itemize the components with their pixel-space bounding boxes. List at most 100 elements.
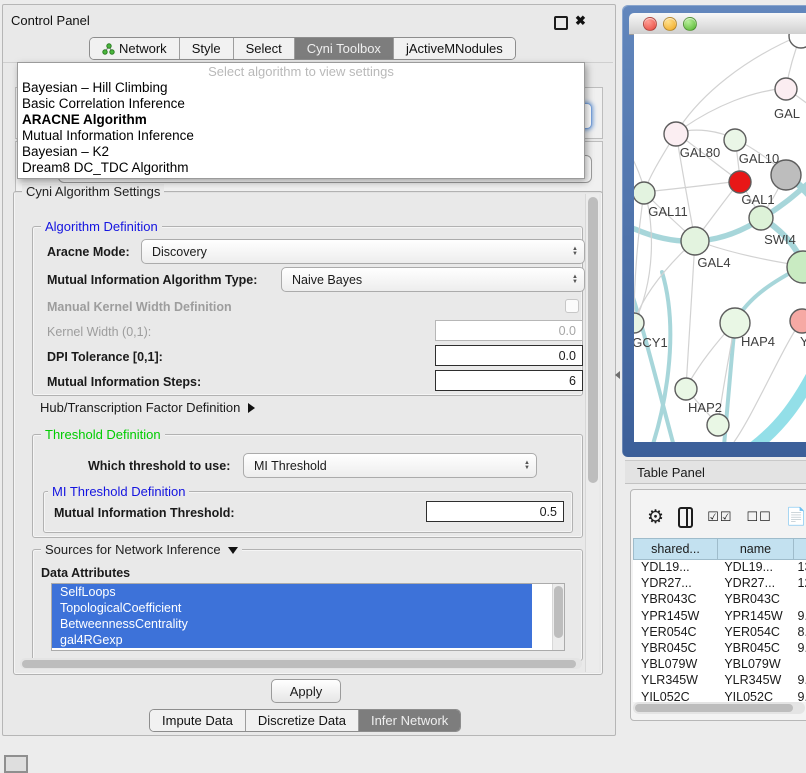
node-gal10[interactable]: [724, 129, 746, 151]
node-gal80[interactable]: [664, 122, 688, 146]
dropdown-item[interactable]: Basic Correlation Inference: [18, 96, 584, 112]
mi-steps-label: Mutual Information Steps:: [47, 375, 201, 389]
data-attributes-list: SelfLoops TopologicalCoefficient Between…: [51, 583, 565, 651]
table-row[interactable]: YPR145W YPR145W 9.: [633, 609, 806, 625]
mi-algorithm-type-combo[interactable]: Naive Bayes ▲▼: [281, 267, 585, 292]
table-toolbar: ⚙ ☑☑ ☐☐ 📄: [631, 500, 806, 534]
node-unlabeled[interactable]: [789, 34, 806, 48]
node-right-edge[interactable]: [787, 251, 806, 283]
mi-threshold-field[interactable]: 0.5: [426, 501, 564, 522]
close-traffic-light-icon[interactable]: [643, 17, 657, 31]
float-window-icon[interactable]: [554, 16, 568, 30]
dropdown-item[interactable]: Bayesian – Hill Climbing: [18, 80, 584, 96]
select-all-columns-icon[interactable]: ☑☑: [707, 509, 732, 525]
table-row[interactable]: YER054C YER054C 8.: [633, 625, 806, 641]
columns-icon[interactable]: [678, 507, 693, 528]
list-item[interactable]: BetweennessCentrality: [52, 616, 532, 632]
dropdown-item[interactable]: Mutual Information Inference: [18, 128, 584, 144]
table-horizontal-scrollbar[interactable]: [633, 702, 805, 714]
node-swi4[interactable]: [749, 206, 773, 230]
hub-definition-section[interactable]: Hub/Transcription Factor Definition: [40, 400, 255, 415]
table-row[interactable]: YBR045C YBR045C 9.: [633, 641, 806, 657]
network-window-titlebar[interactable]: [629, 13, 806, 35]
tab-jactivemnodules[interactable]: jActiveMNodules: [394, 38, 515, 59]
splitpane-collapse-icon[interactable]: [615, 371, 620, 379]
list-vertical-scrollbar[interactable]: [552, 584, 564, 650]
node-gal11[interactable]: [634, 182, 655, 204]
tab-network[interactable]: Network: [90, 38, 180, 59]
minimize-traffic-light-icon[interactable]: [663, 17, 677, 31]
node-label: SWI4: [764, 232, 796, 247]
algorithm-dropdown-list: Select algorithm to view settings Bayesi…: [17, 62, 585, 179]
expanded-arrow-icon[interactable]: [228, 547, 238, 554]
mi-steps-field[interactable]: 6: [435, 370, 583, 391]
node-label: GAL11: [648, 204, 688, 219]
column-header[interactable]: A: [794, 538, 806, 560]
tab-cyni-toolbox[interactable]: Cyni Toolbox: [295, 38, 394, 59]
table-row[interactable]: YDR27... YDR27... 12: [633, 576, 806, 592]
settings-horizontal-scrollbar[interactable]: [20, 658, 582, 669]
settings-vertical-scrollbar[interactable]: [585, 194, 599, 672]
network-canvas[interactable]: GAL GAL80 GAL10 GAL1 GAL11 SWI4 GAL4 GCY…: [634, 34, 806, 442]
column-header[interactable]: shared...: [633, 538, 718, 560]
node-gal4[interactable]: [681, 227, 709, 255]
node-label: GAL4: [697, 255, 730, 270]
node-gal-cut[interactable]: [775, 78, 797, 100]
table-row[interactable]: YLR345W YLR345W 9.: [633, 673, 806, 689]
aracne-mode-combo[interactable]: Discovery ▲▼: [141, 239, 585, 264]
table-row[interactable]: YBR043C YBR043C: [633, 592, 806, 608]
manual-kernel-width-checkbox[interactable]: [565, 299, 579, 313]
which-threshold-combo[interactable]: MI Threshold ▲▼: [243, 453, 537, 478]
list-item[interactable]: gal4RGexp: [52, 632, 532, 648]
sources-label-wrap[interactable]: Sources for Network Inference: [41, 542, 242, 557]
document-icon[interactable]: 📄: [786, 507, 806, 527]
aracne-mode-value: Discovery: [152, 245, 207, 259]
data-attributes-label: Data Attributes: [41, 566, 130, 580]
node-label: GAL10: [739, 151, 779, 166]
dpi-tolerance-field[interactable]: 0.0: [435, 345, 583, 366]
kernel-width-field[interactable]: 0.0: [435, 320, 583, 341]
table-panel-titlebar: Table Panel: [625, 460, 806, 484]
network-graph: GAL GAL80 GAL10 GAL1 GAL11 SWI4 GAL4 GCY…: [634, 34, 806, 442]
dropdown-item-selected[interactable]: ARACNE Algorithm: [18, 112, 584, 128]
which-threshold-value: MI Threshold: [254, 459, 327, 473]
list-item[interactable]: SelfLoops: [52, 584, 532, 600]
table-body: YDL19... YDL19... 13 YDR27... YDR27... 1…: [633, 560, 806, 702]
tab-style[interactable]: Style: [180, 38, 234, 59]
tab-impute-data[interactable]: Impute Data: [150, 710, 246, 731]
list-item[interactable]: TopologicalCoefficient: [52, 600, 532, 616]
deselect-all-columns-icon[interactable]: ☐☐: [747, 509, 772, 525]
table-row[interactable]: YDL19... YDL19... 13: [633, 560, 806, 576]
which-threshold-label: Which threshold to use:: [88, 459, 230, 473]
dropdown-item[interactable]: Dream8 DC_TDC Algorithm: [18, 160, 584, 176]
table-header-row: shared... name A: [633, 538, 806, 560]
settings-group-label: Cyni Algorithm Settings: [22, 184, 164, 199]
tab-infer-network[interactable]: Infer Network: [359, 710, 460, 731]
top-tab-bar: Network Style Select Cyni Toolbox jActiv…: [3, 36, 613, 63]
dpi-tolerance-label: DPI Tolerance [0,1]:: [47, 350, 163, 364]
tab-discretize-data[interactable]: Discretize Data: [246, 710, 359, 731]
tab-select[interactable]: Select: [234, 38, 295, 59]
mi-algorithm-type-value: Naive Bayes: [292, 273, 362, 287]
collapsed-arrow-icon[interactable]: [248, 403, 255, 413]
node-bottom[interactable]: [707, 414, 729, 436]
control-panel-title: Control Panel: [11, 13, 90, 28]
hub-definition-label: Hub/Transcription Factor Definition: [40, 400, 240, 415]
network-icon: [102, 43, 115, 55]
dropdown-item[interactable]: Bayesian – K2: [18, 144, 584, 160]
combo-stepper-icon: ▲▼: [572, 247, 578, 256]
gear-icon[interactable]: ⚙: [647, 506, 664, 529]
table-row[interactable]: YIL052C YIL052C 9.: [633, 690, 806, 702]
node-hap2[interactable]: [675, 378, 697, 400]
node-label: Y: [800, 334, 806, 349]
table-panel-window: ⚙ ☑☑ ☐☐ 📄 shared... name A YDL19... YDL1…: [630, 489, 806, 721]
minimized-panel-button[interactable]: [4, 755, 28, 773]
zoom-traffic-light-icon[interactable]: [683, 17, 697, 31]
table-row[interactable]: YBL079W YBL079W: [633, 657, 806, 673]
close-icon[interactable]: ✖: [575, 15, 586, 27]
apply-button[interactable]: Apply: [271, 679, 341, 703]
control-panel: Control Panel ✖ Network Style Select Cyn…: [2, 4, 616, 736]
node-gal1[interactable]: [729, 171, 751, 193]
column-header[interactable]: name: [718, 538, 794, 560]
node-y-cut[interactable]: [790, 309, 806, 333]
